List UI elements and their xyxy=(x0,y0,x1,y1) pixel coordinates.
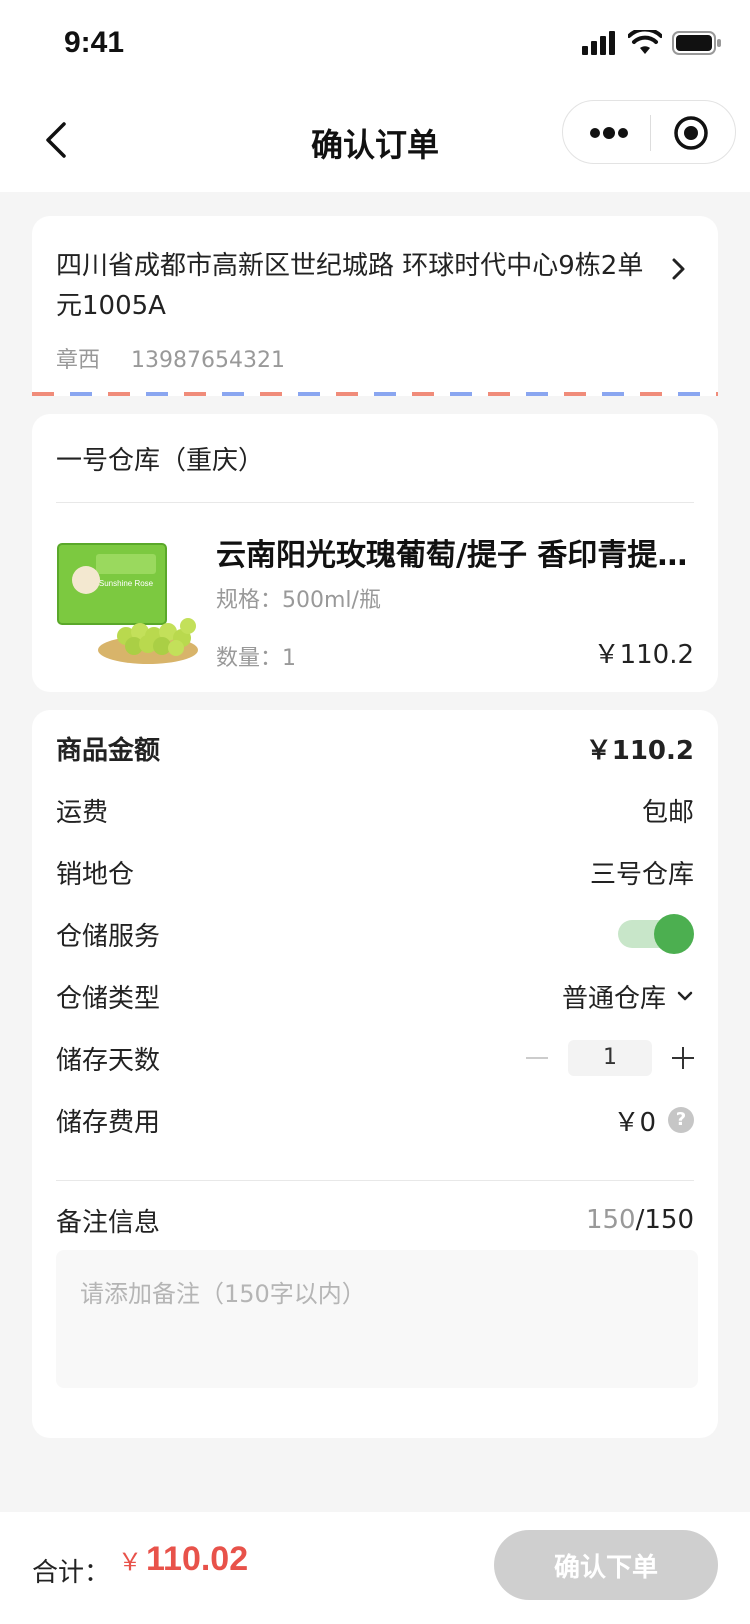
sale-warehouse-label: 销地仓 xyxy=(56,859,135,890)
remark-counter: 150/150 xyxy=(586,1205,694,1235)
storage-type-select[interactable]: 普通仓库 xyxy=(562,978,694,1015)
address-text: 四川省成都市高新区世纪城路 环球时代中心9栋2单元1005A xyxy=(56,251,644,321)
confirm-order-button[interactable]: 确认下单 xyxy=(494,1530,718,1600)
status-bar: 9:41 xyxy=(0,0,750,90)
bottom-bar: 合计： ￥ 110.02 确认下单 xyxy=(0,1512,750,1624)
capsule-divider xyxy=(650,115,651,151)
address-card[interactable]: 四川省成都市高新区世纪城路 环球时代中心9栋2单元1005A 章西 139876… xyxy=(32,216,718,396)
toggle-knob xyxy=(654,914,694,954)
goods-divider xyxy=(56,502,694,503)
total-price: ￥ 110.02 xyxy=(118,1540,248,1579)
wifi-icon xyxy=(628,30,662,54)
decrement-button[interactable] xyxy=(526,1057,548,1059)
storage-fee-label: 储存费用 xyxy=(56,1107,161,1138)
shipping-value: 包邮 xyxy=(641,797,694,828)
help-icon[interactable]: ? xyxy=(668,1107,694,1133)
increment-button[interactable] xyxy=(672,1047,694,1069)
remark-count-current: 150 xyxy=(585,1205,636,1235)
product-name[interactable]: 云南阳光玫瑰葡萄/提子 香印青提 新鲜水果 xyxy=(216,530,696,574)
storage-service-toggle[interactable] xyxy=(618,914,694,954)
product-image-label: Sunshine Rose xyxy=(99,579,154,588)
product-image[interactable]: Sunshine Rose xyxy=(56,536,200,674)
storage-service-label: 仓储服务 xyxy=(56,921,161,952)
summary-divider xyxy=(56,1180,694,1181)
storage-type-row: 仓储类型 普通仓库 xyxy=(56,976,694,1016)
sale-warehouse-row: 销地仓 三号仓库 xyxy=(56,852,694,892)
remark-input[interactable] xyxy=(56,1250,698,1388)
chevron-right-icon xyxy=(672,258,685,280)
product-quantity: 数量：1 xyxy=(216,646,296,671)
status-icons xyxy=(582,30,722,56)
storage-service-row: 仓储服务 xyxy=(56,914,694,954)
product-price: ￥110.2 xyxy=(593,640,694,670)
contact-name: 章西 xyxy=(56,348,101,373)
storage-fee-value-group: ￥0 ? xyxy=(613,1102,694,1139)
chevron-down-icon xyxy=(677,991,693,1001)
warehouse-title: 一号仓库（重庆） xyxy=(56,446,265,476)
mini-program-capsule xyxy=(562,100,736,164)
address-envelope-stripe xyxy=(32,392,718,396)
status-time: 9:41 xyxy=(64,26,125,59)
product-spec: 规格：500ml/瓶 xyxy=(216,588,381,613)
close-target-icon[interactable] xyxy=(673,115,709,151)
goods-amount-label: 商品金额 xyxy=(56,735,161,766)
total-value: 110.02 xyxy=(146,1540,249,1578)
storage-days-stepper: 1 xyxy=(526,1040,694,1076)
remark-box xyxy=(56,1250,698,1388)
order-summary-card: 商品金额 ￥110.2 运费 包邮 销地仓 三号仓库 仓储服务 仓储类型 普通仓… xyxy=(32,710,718,1438)
address-contact: 章西 13987654321 xyxy=(56,342,285,374)
nav-bar: 确认订单 xyxy=(0,90,750,192)
goods-amount-row: 商品金额 ￥110.2 xyxy=(56,728,694,768)
storage-type-label: 仓储类型 xyxy=(56,983,161,1014)
shipping-row: 运费 包邮 xyxy=(56,790,694,830)
remark-row: 备注信息 150/150 xyxy=(56,1200,694,1240)
storage-type-value: 普通仓库 xyxy=(561,983,666,1014)
more-icon[interactable] xyxy=(589,121,629,145)
remark-label: 备注信息 xyxy=(56,1207,161,1238)
total-label: 合计： xyxy=(32,1558,111,1588)
storage-days-row: 储存天数 1 xyxy=(56,1038,694,1078)
storage-days-label: 储存天数 xyxy=(56,1045,161,1076)
sale-warehouse-value: 三号仓库 xyxy=(589,859,694,890)
storage-days-input[interactable]: 1 xyxy=(568,1040,652,1076)
shipping-label: 运费 xyxy=(56,797,109,828)
battery-icon xyxy=(672,31,721,55)
remark-count-max: /150 xyxy=(635,1205,694,1235)
contact-phone: 13987654321 xyxy=(131,348,285,373)
signal-icon xyxy=(582,31,615,55)
goods-card: 一号仓库（重庆） Sunshine Rose 云南阳光玫瑰葡萄/提子 香印青提 … xyxy=(32,414,718,692)
storage-fee-value: ￥0 xyxy=(613,1107,656,1138)
storage-fee-row: 储存费用 ￥0 ? xyxy=(56,1100,694,1140)
currency-symbol: ￥ xyxy=(118,1548,142,1576)
goods-amount-value: ￥110.2 xyxy=(585,735,694,766)
